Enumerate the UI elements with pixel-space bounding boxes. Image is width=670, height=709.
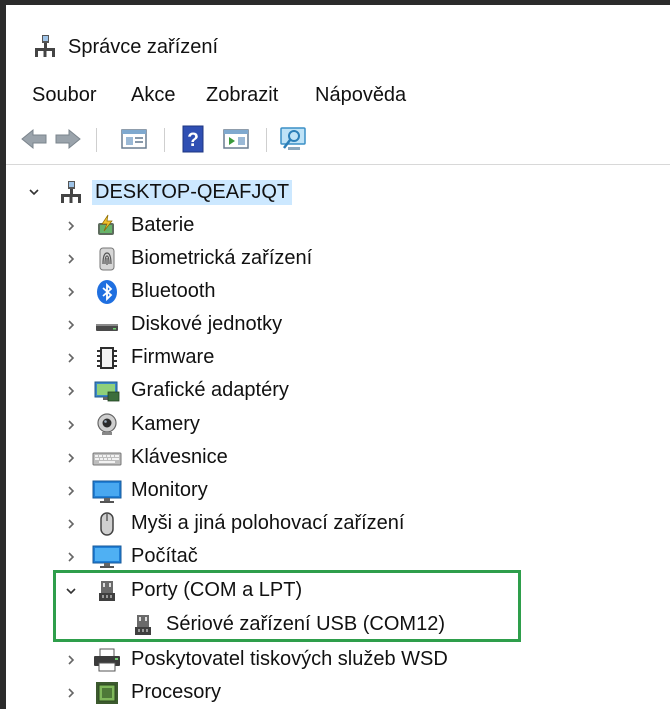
tree-node-biometricka[interactable]: Biometrická zařízení — [6, 242, 670, 275]
chevron-right-icon[interactable] — [64, 219, 78, 233]
help-button[interactable]: ? — [177, 123, 209, 155]
fingerprint-icon — [99, 247, 115, 271]
tree-root[interactable]: DESKTOP-QEAFJQT — [6, 175, 670, 208]
toolbar-separator — [164, 128, 165, 152]
properties-button[interactable] — [118, 123, 150, 155]
tree-node-label: Kamery — [131, 413, 200, 435]
tree-node-pocitac[interactable]: Počítač — [6, 540, 670, 573]
tree-root-label: DESKTOP-QEAFJQT — [92, 180, 293, 205]
device-manager-icon — [35, 35, 55, 57]
tree-node-label: Firmware — [131, 346, 215, 368]
chevron-right-icon[interactable] — [64, 384, 78, 398]
monitor-icon — [92, 480, 122, 503]
disk-drive-icon — [96, 324, 118, 331]
chevron-right-icon[interactable] — [64, 550, 78, 564]
chevron-down-icon[interactable] — [64, 584, 78, 598]
toolbar-separator — [96, 128, 97, 152]
tree-node-label: Baterie — [131, 214, 195, 236]
tree-node-poskytovatel[interactable]: Poskytovatel tiskových služeb WSD — [6, 643, 670, 676]
tree-node-label: Myši a jiná polohovací zařízení — [131, 512, 405, 534]
menu-soubor[interactable]: Soubor — [32, 84, 97, 107]
tree-node-procesory[interactable]: Procesory — [6, 676, 670, 709]
toolbar: ? — [6, 116, 670, 165]
tree-node-diskove[interactable]: Diskové jednotky — [6, 308, 670, 341]
tree-node-kamery[interactable]: Kamery — [6, 408, 670, 441]
usb-serial-device-icon — [135, 615, 151, 635]
forward-icon — [55, 128, 81, 150]
tree-node-label: Procesory — [131, 681, 222, 703]
tree-node-firmware[interactable]: Firmware — [6, 341, 670, 374]
port-icon — [99, 581, 115, 601]
processor-icon — [96, 682, 118, 704]
svg-text:?: ? — [187, 130, 199, 151]
toolbar-separator — [266, 128, 267, 152]
tree-node-label: Grafické adaptéry — [131, 379, 289, 401]
printer-icon — [94, 648, 120, 672]
menu-akce[interactable]: Akce — [131, 84, 175, 107]
chevron-right-icon[interactable] — [64, 351, 78, 365]
back-icon — [21, 128, 47, 150]
properties-icon — [121, 129, 147, 149]
battery-icon — [98, 214, 114, 235]
tree-node-bluetooth[interactable]: Bluetooth — [6, 275, 670, 308]
tree-node-label: Biometrická zařízení — [131, 247, 313, 269]
window-title: Správce zařízení — [68, 36, 219, 58]
keyboard-icon — [92, 452, 122, 466]
update-driver-icon — [223, 129, 249, 149]
forward-button[interactable] — [52, 123, 84, 155]
chevron-right-icon[interactable] — [64, 252, 78, 266]
display-adapter-icon — [94, 381, 120, 402]
tree-node-label: Poskytovatel tiskových služeb WSD — [131, 648, 448, 670]
tree-node-label: Porty (COM a LPT) — [131, 579, 303, 601]
camera-icon — [97, 413, 117, 435]
tree-node-label: Bluetooth — [131, 280, 216, 302]
computer-icon — [92, 545, 122, 568]
scan-hardware-button[interactable] — [278, 123, 310, 155]
chevron-right-icon[interactable] — [64, 451, 78, 465]
device-manager-window: Správce zařízení Soubor Akce Zobrazit Ná… — [0, 0, 670, 709]
tree-node-label: Počítač — [131, 545, 198, 567]
mouse-icon — [100, 512, 114, 536]
tree-node-monitory[interactable]: Monitory — [6, 474, 670, 507]
bluetooth-icon — [97, 280, 117, 304]
computer-network-icon — [61, 181, 81, 203]
device-tree: DESKTOP-QEAFJQT Baterie Biometrická zaří… — [6, 165, 670, 709]
chevron-right-icon[interactable] — [64, 653, 78, 667]
tree-node-label: Klávesnice — [131, 446, 228, 468]
chevron-right-icon[interactable] — [64, 418, 78, 432]
tree-node-label: Diskové jednotky — [131, 313, 283, 335]
back-button[interactable] — [18, 123, 50, 155]
update-driver-button[interactable] — [220, 123, 252, 155]
tree-node-label: Monitory — [131, 479, 208, 501]
title-bar: Správce zařízení — [6, 5, 670, 77]
tree-node-mysi[interactable]: Myši a jiná polohovací zařízení — [6, 507, 670, 540]
firmware-chip-icon — [97, 347, 117, 369]
tree-node-baterie[interactable]: Baterie — [6, 209, 670, 242]
tree-node-klavesnice[interactable]: Klávesnice — [6, 441, 670, 474]
chevron-right-icon[interactable] — [64, 484, 78, 498]
chevron-right-icon[interactable] — [64, 686, 78, 700]
tree-child-usb-serial[interactable]: Sériové zařízení USB (COM12) — [6, 608, 670, 641]
chevron-right-icon[interactable] — [64, 285, 78, 299]
chevron-right-icon[interactable] — [64, 318, 78, 332]
tree-node-porty[interactable]: Porty (COM a LPT) — [6, 574, 670, 607]
help-icon: ? — [182, 125, 204, 153]
scan-hardware-icon — [280, 127, 306, 150]
menu-zobrazit[interactable]: Zobrazit — [206, 84, 278, 107]
menu-bar: Soubor Akce Zobrazit Nápověda — [6, 80, 670, 114]
chevron-down-icon[interactable] — [27, 185, 41, 199]
chevron-right-icon[interactable] — [64, 517, 78, 531]
tree-node-graficke[interactable]: Grafické adaptéry — [6, 374, 670, 407]
tree-child-label: Sériové zařízení USB (COM12) — [166, 613, 445, 635]
menu-napoveda[interactable]: Nápověda — [315, 84, 406, 107]
